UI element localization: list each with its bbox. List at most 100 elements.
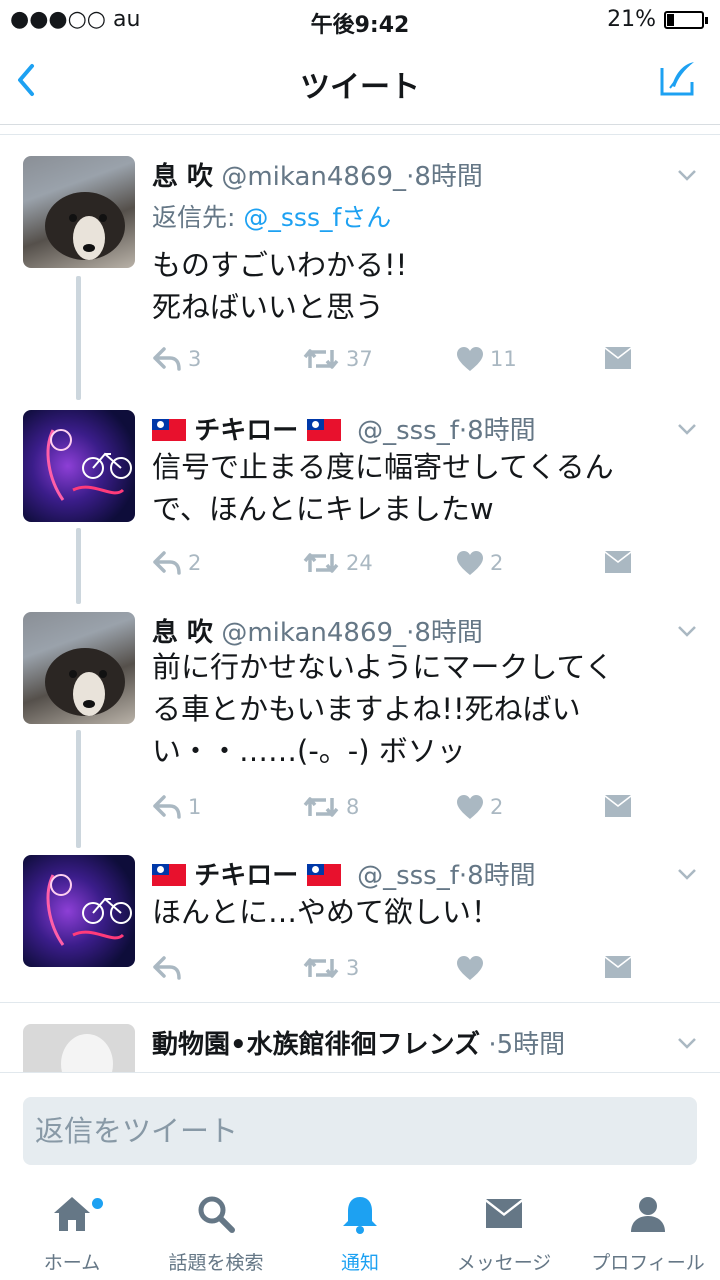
retweet-button[interactable]: 3 — [302, 955, 359, 981]
tweet-text-line: 死ねばいいと思う — [152, 290, 385, 324]
avatar[interactable] — [23, 156, 135, 268]
avatar[interactable] — [23, 410, 135, 522]
page-title: ツイート — [300, 70, 420, 105]
chevron-down-icon[interactable] — [676, 620, 698, 642]
compose-tweet-icon[interactable] — [658, 58, 698, 98]
timestamp: 8時間 — [467, 416, 536, 446]
reply-count: 3 — [188, 347, 202, 371]
search-icon — [198, 1196, 235, 1233]
reply-to-link[interactable]: @_sss_fさん — [243, 203, 391, 232]
reply-composer: 返信をツイート — [0, 1072, 720, 1181]
divider — [0, 134, 720, 135]
tab-home[interactable]: ホーム — [0, 1180, 144, 1280]
retweet-count: 3 — [346, 956, 360, 980]
direct-message-button[interactable] — [604, 346, 632, 370]
reply-button[interactable]: 1 — [152, 794, 201, 820]
tab-label: プロフィール — [591, 1252, 705, 1274]
tweet-header: チキロー @_sss_f·8時間 — [152, 855, 536, 891]
envelope-icon — [605, 956, 631, 978]
heart-icon — [457, 956, 483, 980]
retweet-button[interactable]: 24 — [302, 550, 373, 576]
reply-count: 2 — [188, 551, 202, 575]
retweet-button[interactable]: 37 — [302, 346, 373, 372]
tab-label: 通知 — [340, 1252, 379, 1274]
display-name[interactable]: 動物園•水族館徘徊フレンズ — [152, 1030, 480, 1060]
tweet[interactable]: 息 吹 @mikan4869_·8時間 前に行かせないようにマークしてく る車と… — [0, 612, 720, 837]
tab-label: メッセージ — [456, 1252, 552, 1274]
reply-icon — [153, 956, 181, 980]
battery-icon — [664, 10, 708, 29]
avatar[interactable] — [23, 1024, 135, 1072]
envelope-icon — [486, 1199, 522, 1228]
tweet-text-line: 前に行かせないようにマークしてく — [152, 650, 614, 684]
flag-icon — [152, 419, 186, 441]
retweet-button[interactable]: 8 — [302, 794, 359, 820]
like-button[interactable]: 2 — [456, 550, 503, 576]
tweet-text: 信号で止まる度に幅寄せしてくるん で、ほんとにキレましたw — [152, 446, 692, 530]
tweet-text-line: 信号で止まる度に幅寄せしてくるん — [152, 450, 614, 484]
time-separator: · — [458, 416, 468, 446]
like-count: 2 — [490, 551, 504, 575]
tab-search[interactable]: 話題を検索 — [144, 1180, 288, 1280]
tweet-text-line: ほんとに…やめて欲しい！ — [152, 895, 501, 929]
direct-message-button[interactable] — [604, 550, 632, 574]
envelope-icon — [605, 551, 631, 573]
chevron-down-icon[interactable] — [676, 1032, 698, 1054]
retweet-icon — [303, 349, 339, 369]
tweet[interactable]: 息 吹 @mikan4869_·8時間 返信先: @_sss_fさん ものすごい… — [0, 156, 720, 386]
tab-profile[interactable]: プロフィール — [576, 1180, 720, 1280]
reply-button[interactable]: 2 — [152, 550, 201, 576]
reply-context: 返信先: @_sss_fさん — [152, 198, 391, 234]
handle[interactable]: @_sss_f — [357, 416, 459, 446]
tab-label: ホーム — [43, 1252, 101, 1274]
like-button[interactable]: 11 — [456, 346, 517, 372]
reply-prefix: 返信先: — [152, 203, 236, 232]
tweet-header: 動物園•水族館徘徊フレンズ ·5時間 — [152, 1024, 565, 1060]
status-right: 21% — [607, 7, 708, 32]
display-name[interactable]: 息 吹 — [152, 162, 213, 192]
retweet-count: 24 — [346, 551, 373, 575]
chevron-down-icon[interactable] — [676, 418, 698, 440]
tab-notifications[interactable]: 通知 — [288, 1180, 432, 1280]
envelope-icon — [605, 347, 631, 369]
notification-dot — [92, 1198, 103, 1209]
heart-icon — [457, 795, 483, 819]
reply-button[interactable]: 3 — [152, 346, 201, 372]
tweet[interactable]: チキロー @_sss_f·8時間 ほんとに…やめて欲しい！ 3 — [0, 855, 720, 990]
display-name[interactable]: チキロー — [194, 416, 298, 446]
retweet-count: 8 — [346, 795, 360, 819]
tab-messages[interactable]: メッセージ — [432, 1180, 576, 1280]
handle[interactable]: @_sss_f — [357, 861, 459, 891]
retweet-icon — [303, 958, 339, 978]
reply-button[interactable] — [152, 955, 182, 981]
like-button[interactable]: 2 — [456, 794, 503, 820]
tweet-text: ものすごいわかる!! 死ねばいいと思う — [152, 244, 692, 328]
tweet-header: チキロー @_sss_f·8時間 — [152, 410, 536, 446]
status-bar: ●●●○○ au 午後9:42 21% — [0, 0, 720, 40]
handle[interactable]: @mikan4869_ — [221, 618, 406, 648]
flag-icon — [306, 419, 341, 441]
tweet[interactable]: チキロー @_sss_f·8時間 信号で止まる度に幅寄せしてくるん で、ほんとに… — [0, 410, 720, 590]
retweet-icon — [303, 797, 339, 817]
like-count: 11 — [490, 347, 517, 371]
battery-percent: 21% — [607, 7, 656, 32]
reply-icon — [153, 551, 181, 575]
person-icon — [631, 1197, 665, 1232]
bell-icon — [343, 1197, 377, 1234]
handle[interactable]: @mikan4869_ — [221, 162, 406, 192]
avatar[interactable] — [23, 612, 135, 724]
tweet-text-line: ものすごいわかる!! — [152, 248, 408, 282]
chevron-down-icon[interactable] — [676, 863, 698, 885]
like-button[interactable] — [456, 955, 484, 981]
home-icon — [54, 1197, 90, 1231]
direct-message-button[interactable] — [604, 794, 632, 818]
display-name[interactable]: チキロー — [194, 861, 298, 891]
avatar[interactable] — [23, 855, 135, 967]
time-separator: · — [458, 861, 468, 891]
chevron-down-icon[interactable] — [676, 164, 698, 186]
direct-message-button[interactable] — [604, 955, 632, 979]
tab-label: 話題を検索 — [168, 1252, 264, 1274]
tweet[interactable]: 動物園•水族館徘徊フレンズ ·5時間 — [0, 1024, 720, 1072]
reply-input[interactable]: 返信をツイート — [23, 1097, 697, 1165]
display-name[interactable]: 息 吹 — [152, 618, 213, 648]
